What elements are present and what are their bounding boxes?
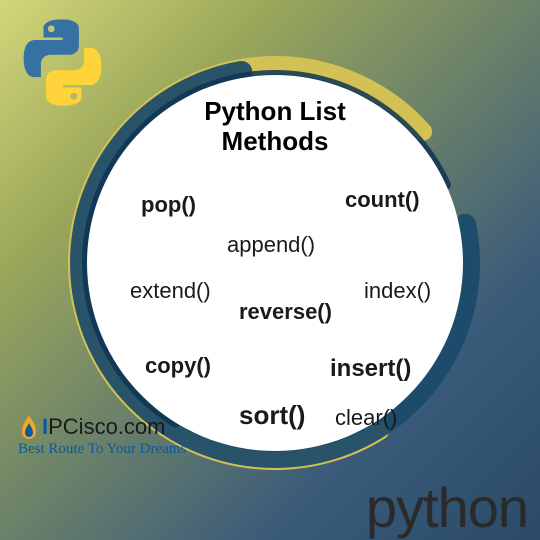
flame-icon: [18, 413, 40, 443]
method-reverse: reverse(): [239, 299, 332, 325]
diagram-title: Python List Methods: [87, 97, 463, 157]
method-index: index(): [364, 278, 431, 304]
diagram-circle: Python List Methods pop() count() append…: [65, 53, 485, 473]
python-wordmark: python: [366, 475, 528, 540]
site-domain: IPCisco.com: [18, 413, 198, 443]
site-rest: PCisco.com: [48, 414, 165, 439]
site-tagline: Best Route To Your Dreams: [18, 441, 198, 458]
method-sort: sort(): [239, 400, 305, 431]
content-circle: Python List Methods pop() count() append…: [87, 75, 463, 451]
title-line-2: Methods: [222, 126, 329, 156]
method-insert: insert(): [330, 355, 411, 383]
ipcisco-branding: IPCisco.com Best Route To Your Dreams: [18, 413, 198, 458]
title-line-1: Python List: [204, 96, 346, 126]
method-append: append(): [227, 232, 315, 258]
method-copy: copy(): [145, 353, 211, 379]
method-count: count(): [345, 187, 420, 213]
method-extend: extend(): [130, 278, 211, 304]
method-pop: pop(): [141, 192, 196, 218]
method-clear: clear(): [335, 405, 397, 431]
